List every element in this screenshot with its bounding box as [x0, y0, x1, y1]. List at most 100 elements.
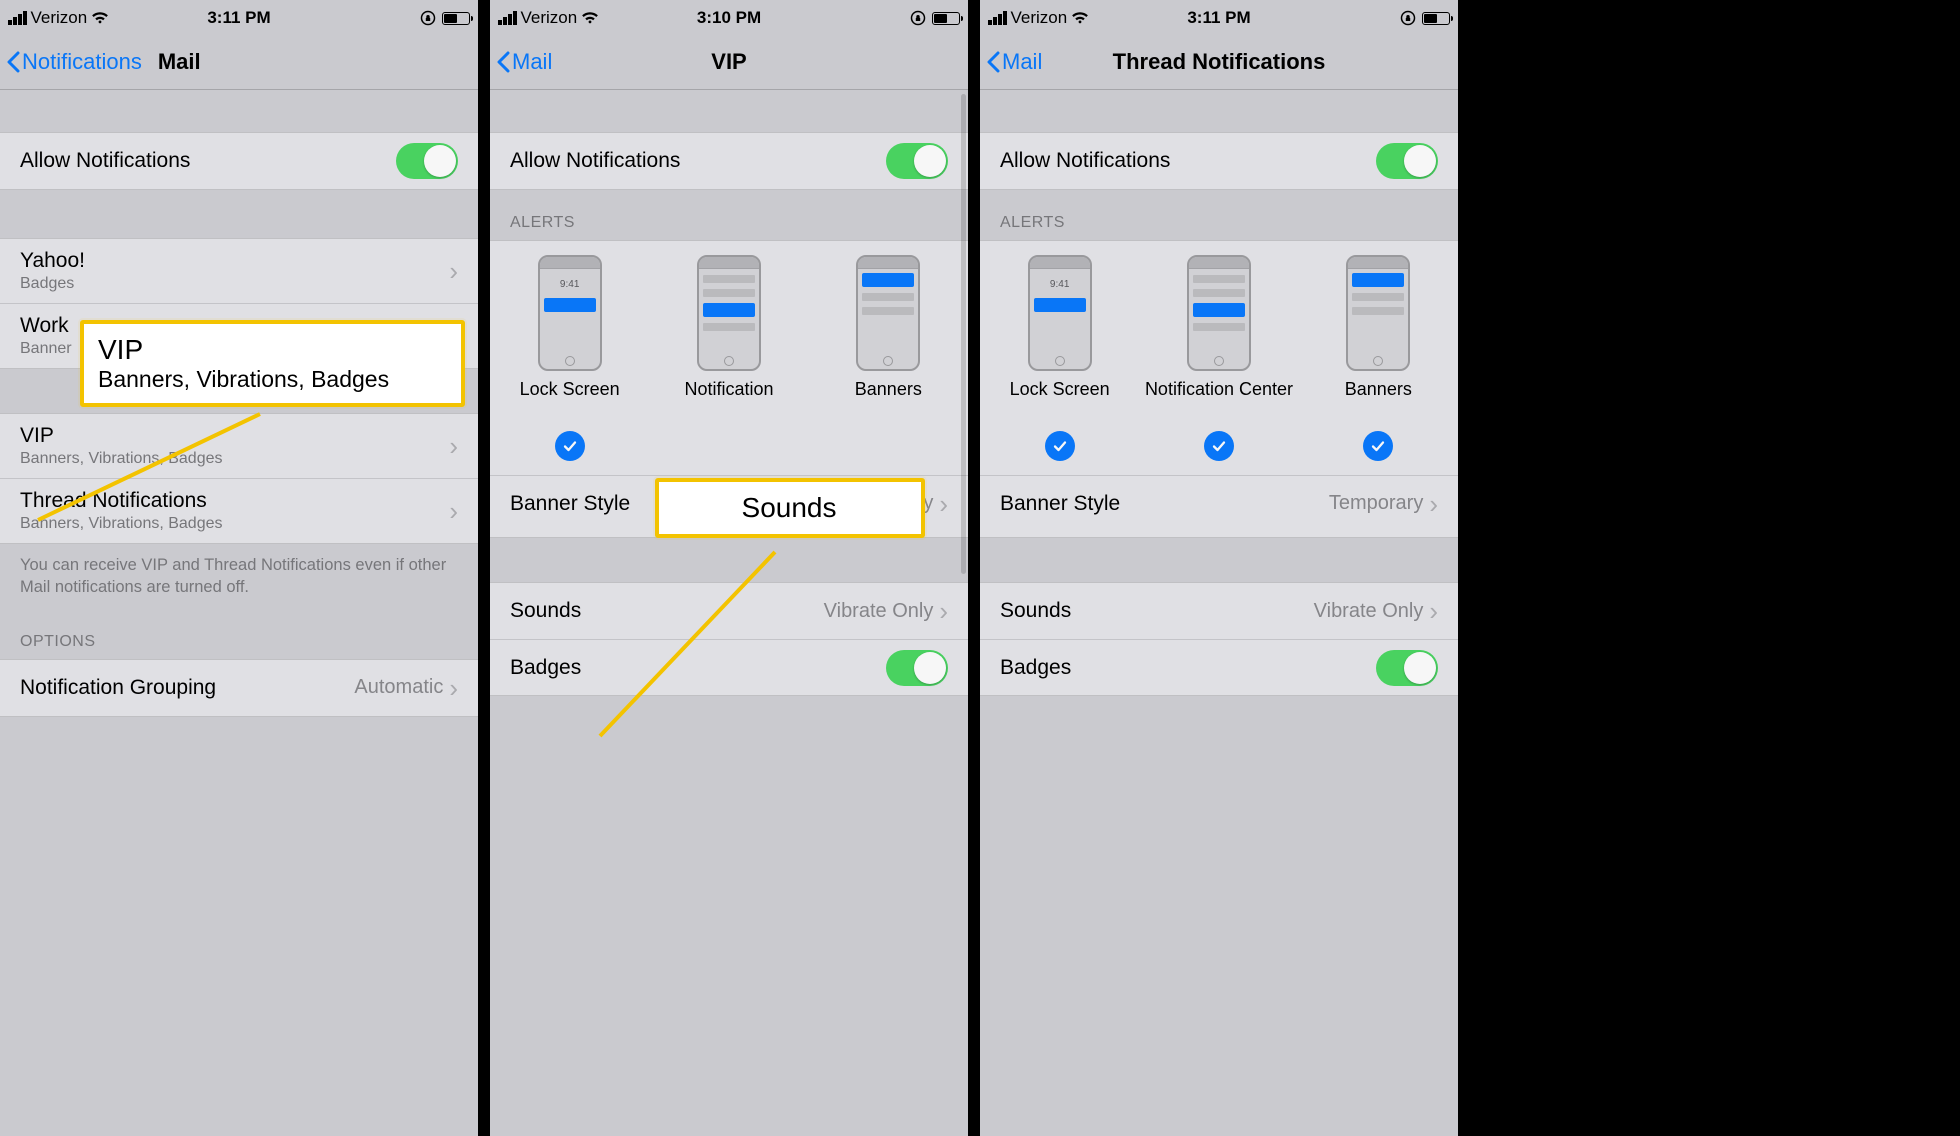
- status-bar: Verizon 3:11 PM: [0, 0, 478, 34]
- alert-label: Banners: [813, 379, 963, 423]
- status-bar: Verizon 3:10 PM: [490, 0, 968, 34]
- status-bar: Verizon 3:11 PM: [980, 0, 1458, 34]
- alert-label: Lock Screen: [495, 379, 645, 423]
- chevron-right-icon: ›: [449, 675, 458, 701]
- chevron-left-icon: [496, 51, 510, 73]
- chevron-right-icon: ›: [939, 491, 948, 517]
- alert-banners[interactable]: Banners: [1303, 255, 1453, 465]
- banner-style-row[interactable]: Banner Style Temporary ›: [980, 475, 1458, 531]
- checkmark-icon: [1363, 431, 1393, 461]
- banner-style-label: Banner Style: [1000, 492, 1120, 516]
- grouping-row[interactable]: Notification Grouping Automatic ›: [0, 660, 478, 716]
- allow-notifications-toggle[interactable]: [1376, 143, 1438, 179]
- back-button[interactable]: Mail: [496, 49, 552, 75]
- allow-notifications-toggle[interactable]: [396, 143, 458, 179]
- vip-callout: VIP Banners, Vibrations, Badges: [80, 320, 465, 407]
- back-label: Mail: [512, 49, 552, 75]
- signal-bars-icon: [498, 11, 517, 25]
- alert-label: Lock Screen: [985, 379, 1135, 423]
- battery-icon: [442, 12, 470, 25]
- alert-thumb-nc: [1187, 255, 1251, 371]
- screen-vip: Verizon 3:10 PM Mail VIP Allow Notificat…: [490, 0, 968, 1136]
- screen-mail: Verizon 3:11 PM Notifications Mail Allow…: [0, 0, 478, 1136]
- alert-banners[interactable]: Banners: [813, 255, 963, 423]
- sounds-row[interactable]: Sounds Vibrate Only ›: [980, 583, 1458, 639]
- wifi-icon: [581, 11, 599, 25]
- page-title: Thread Notifications: [980, 49, 1458, 75]
- alert-lock-screen[interactable]: 9:41 Lock Screen: [985, 255, 1135, 465]
- chevron-left-icon: [6, 51, 20, 73]
- allow-notifications-toggle[interactable]: [886, 143, 948, 179]
- vip-footer: You can receive VIP and Thread Notificat…: [0, 544, 478, 609]
- callout-pointer: [580, 546, 800, 746]
- page-title: VIP: [490, 49, 968, 75]
- orientation-lock-icon: [420, 10, 436, 26]
- chevron-right-icon: ›: [449, 498, 458, 524]
- page-title: Mail: [158, 49, 201, 75]
- back-button[interactable]: Mail: [986, 49, 1042, 75]
- alerts-group: 9:41 Lock Screen Notification Center: [980, 240, 1458, 538]
- banner-style-label: Banner Style: [510, 492, 630, 516]
- alert-thumb-nc: [697, 255, 761, 371]
- battery-icon: [932, 12, 960, 25]
- alert-label: Banners: [1303, 379, 1453, 423]
- screen-thread: Verizon 3:11 PM Mail Thread Notification…: [980, 0, 1458, 1136]
- alert-notification-center[interactable]: Notification: [654, 255, 804, 423]
- back-label: Notifications: [22, 49, 142, 75]
- chevron-right-icon: ›: [1429, 491, 1438, 517]
- carrier: Verizon: [521, 8, 578, 28]
- alert-thumb-lock: 9:41: [1028, 255, 1092, 371]
- badges-label: Badges: [1000, 656, 1071, 680]
- scrollbar[interactable]: [961, 94, 966, 574]
- badges-row: Badges: [980, 639, 1458, 695]
- checkmark-icon: [1204, 431, 1234, 461]
- options-header: OPTIONS: [0, 609, 478, 659]
- sounds-value: Vibrate Only: [1314, 600, 1430, 623]
- account-title: Yahoo!: [20, 249, 85, 273]
- alert-notification-center[interactable]: Notification Center: [1144, 255, 1294, 465]
- alert-label: Notification Center: [1144, 379, 1294, 423]
- back-label: Mail: [1002, 49, 1042, 75]
- callout-sub: Banners, Vibrations, Badges: [98, 366, 445, 393]
- allow-notifications-row: Allow Notifications: [490, 133, 968, 189]
- orientation-lock-icon: [910, 10, 926, 26]
- allow-label: Allow Notifications: [20, 149, 190, 173]
- wifi-icon: [91, 11, 109, 25]
- badges-label: Badges: [510, 656, 581, 680]
- callout-pointer: [30, 410, 280, 530]
- account-title: Work: [20, 314, 72, 338]
- checkmark-icon: [1045, 431, 1075, 461]
- checkmark-icon: [555, 431, 585, 461]
- signal-bars-icon: [988, 11, 1007, 25]
- orientation-lock-icon: [1400, 10, 1416, 26]
- alert-label: Notification: [654, 379, 804, 423]
- grouping-value: Automatic: [354, 676, 449, 699]
- account-yahoo-row[interactable]: Yahoo! Badges ›: [0, 239, 478, 303]
- sounds-label: Sounds: [510, 599, 581, 623]
- callout-title: VIP: [98, 334, 445, 366]
- alert-thumb-lock: 9:41: [538, 255, 602, 371]
- allow-notifications-row: Allow Notifications: [980, 133, 1458, 189]
- sounds-callout: Sounds: [655, 478, 925, 538]
- badges-toggle[interactable]: [1376, 650, 1438, 686]
- alerts-header: ALERTS: [980, 190, 1458, 240]
- banner-style-value: Temporary: [1329, 492, 1429, 515]
- nav-bar: Mail Thread Notifications: [980, 34, 1458, 90]
- chevron-right-icon: ›: [449, 258, 458, 284]
- badges-toggle[interactable]: [886, 650, 948, 686]
- sounds-value: Vibrate Only: [824, 600, 940, 623]
- account-sub: Banner: [20, 340, 72, 358]
- allow-label: Allow Notifications: [510, 149, 680, 173]
- alert-thumb-banner: [856, 255, 920, 371]
- sounds-label: Sounds: [1000, 599, 1071, 623]
- nav-bar: Mail VIP: [490, 34, 968, 90]
- alert-lock-screen[interactable]: 9:41 Lock Screen: [495, 255, 645, 465]
- allow-notifications-row: Allow Notifications: [0, 133, 478, 189]
- wifi-icon: [1071, 11, 1089, 25]
- allow-label: Allow Notifications: [1000, 149, 1170, 173]
- alerts-header: ALERTS: [490, 190, 968, 240]
- back-button[interactable]: Notifications: [6, 49, 142, 75]
- carrier: Verizon: [31, 8, 88, 28]
- battery-icon: [1422, 12, 1450, 25]
- nav-bar: Notifications Mail: [0, 34, 478, 90]
